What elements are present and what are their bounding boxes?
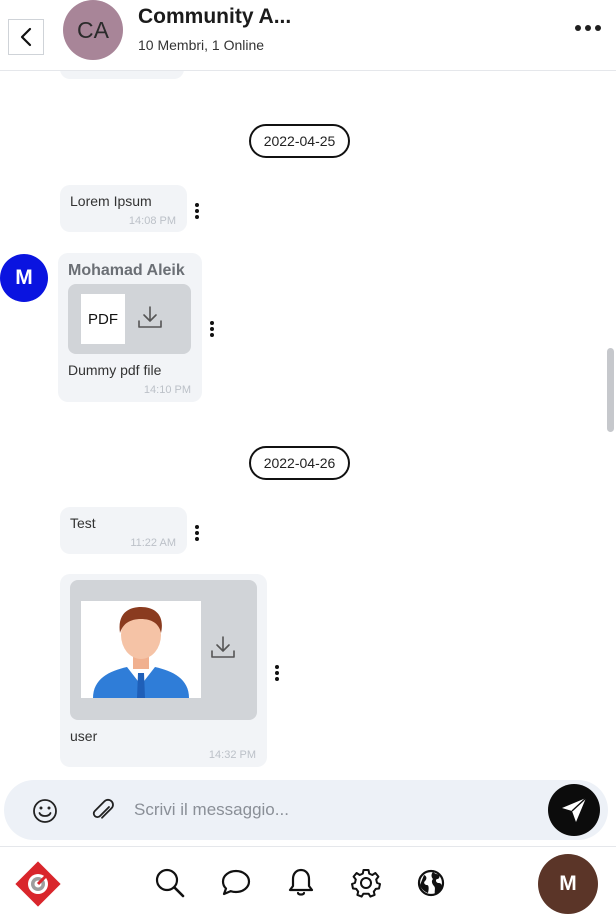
message-options-icon[interactable]: [193, 201, 201, 219]
message-time: 14:08 PM: [128, 215, 176, 227]
message-options-icon[interactable]: [273, 663, 281, 681]
back-button[interactable]: [8, 19, 44, 55]
send-button[interactable]: [548, 784, 600, 836]
pdf-file-icon: PDF: [81, 294, 125, 344]
sender-name: Mohamad Aleik: [68, 262, 185, 279]
image-caption: user: [70, 728, 98, 744]
chat-icon: [221, 869, 251, 896]
message-time: 14:32 PM: [208, 749, 256, 761]
file-attachment[interactable]: PDF: [68, 284, 191, 354]
scrollbar[interactable]: [607, 348, 614, 432]
more-options-button[interactable]: [572, 22, 604, 36]
smiley-icon: [33, 799, 57, 823]
message-bubble: Test 11:22 AM: [60, 507, 187, 554]
file-caption: Dummy pdf file: [68, 362, 162, 378]
nav-language[interactable]: [414, 866, 448, 900]
chevron-left-icon: [20, 27, 32, 47]
message-text: Lorem Ipsum: [70, 193, 152, 209]
nav-search[interactable]: [153, 866, 187, 900]
app-logo[interactable]: [14, 860, 62, 908]
message-text: Test: [70, 515, 96, 531]
message-options-icon[interactable]: [193, 523, 201, 541]
logo-icon: [15, 861, 61, 907]
nav-chat[interactable]: [219, 866, 253, 900]
chat-title: Community A...: [138, 5, 292, 28]
bottom-navigation: M: [0, 846, 616, 917]
group-avatar[interactable]: CA: [63, 0, 123, 60]
chat-header: CA Community A... 10 Membri, 1 Online: [0, 0, 616, 71]
message-bubble: Lorem Ipsum 14:08 PM: [60, 185, 187, 232]
gear-icon: [351, 869, 381, 898]
message-bubble: Mohamad Aleik PDF Dummy pdf file 14:10 P…: [58, 253, 202, 402]
attach-button[interactable]: [88, 796, 118, 826]
sender-avatar[interactable]: M: [0, 254, 48, 302]
message-time: 14:10 PM: [143, 384, 191, 396]
download-icon[interactable]: [135, 304, 165, 332]
message-bubble-partial: [60, 71, 184, 79]
paperclip-icon: [92, 798, 114, 819]
date-separator: 2022-04-26: [249, 446, 350, 480]
user-photo: [81, 601, 201, 698]
globe-icon: [417, 869, 445, 897]
message-time: 11:22 AM: [130, 537, 176, 549]
nav-settings[interactable]: [349, 866, 383, 900]
date-separator: 2022-04-25: [249, 124, 350, 158]
download-icon[interactable]: [208, 634, 238, 662]
emoji-button[interactable]: [30, 796, 60, 826]
nav-notifications[interactable]: [284, 865, 318, 899]
chat-subtitle: 10 Membri, 1 Online: [138, 37, 265, 53]
message-composer: [4, 780, 608, 840]
message-list[interactable]: 2022-04-25 Lorem Ipsum 14:08 PM M Mohama…: [0, 71, 616, 776]
message-bubble: user 14:32 PM: [60, 574, 267, 767]
search-icon: [155, 868, 185, 898]
image-attachment[interactable]: [70, 580, 257, 720]
message-input[interactable]: [134, 794, 494, 826]
user-avatar[interactable]: M: [538, 854, 598, 914]
message-options-icon[interactable]: [208, 319, 216, 337]
bell-icon: [288, 868, 314, 896]
send-icon: [562, 797, 587, 822]
